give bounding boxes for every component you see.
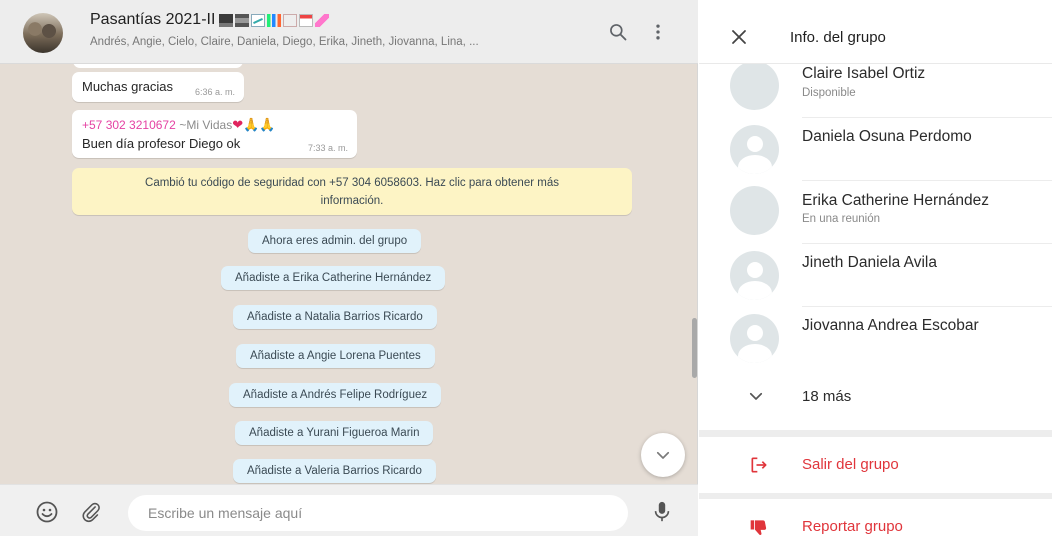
pencil-emoji-icon — [315, 13, 330, 27]
security-code-notice[interactable]: Cambió tu código de seguridad con +57 30… — [72, 168, 632, 215]
participant-avatar — [730, 186, 779, 235]
participant-name: Jineth Daniela Avila — [802, 254, 937, 271]
laptop-emoji-icon — [219, 13, 234, 27]
participant-item[interactable]: Daniela Osuna Perdomo — [699, 118, 1052, 181]
group-title[interactable]: Pasantías 2021-II — [90, 11, 330, 29]
more-participants-label: 18 más — [802, 388, 852, 405]
system-message: Añadiste a Natalia Barrios Ricardo — [233, 305, 437, 329]
search-button[interactable] — [606, 20, 630, 44]
participant-name: Jiovanna Andrea Escobar — [802, 317, 979, 334]
system-message: Añadiste a Valeria Barrios Ricardo — [233, 459, 436, 483]
default-avatar-icon — [730, 125, 779, 174]
message-time: 6:36 a. m. — [194, 87, 235, 97]
chevron-down-icon — [656, 451, 670, 459]
participant-name: Erika Catherine Hernández — [802, 192, 989, 209]
message-sender[interactable]: +57 302 3210672 — [82, 118, 176, 132]
scrollbar-thumb[interactable] — [692, 318, 697, 378]
participant-name: Claire Isabel Ortiz — [802, 65, 926, 82]
group-name: Pasantías 2021-II — [90, 11, 216, 28]
participant-status: Disponible — [802, 87, 856, 99]
chat-panel: Pasantías 2021-II Andrés, Angie, Cielo, … — [0, 0, 698, 536]
report-group-button[interactable]: Reportar grupo — [699, 499, 1052, 536]
message-list[interactable]: Muchas gracias 6:36 a. m. +57 302 321067… — [0, 64, 698, 484]
chat-header[interactable]: Pasantías 2021-II Andrés, Angie, Cielo, … — [0, 0, 698, 64]
voice-message-button[interactable] — [649, 499, 675, 525]
microphone-icon — [654, 501, 670, 522]
participant-item[interactable]: Jiovanna Andrea Escobar — [699, 307, 1052, 370]
system-message: Ahora eres admin. del grupo — [248, 229, 422, 253]
exit-group-button[interactable]: Salir del grupo — [699, 437, 1052, 493]
partial-message-bubble — [73, 64, 243, 68]
message-time: 7:33 a. m. — [307, 143, 348, 153]
menu-dots-icon — [656, 24, 660, 40]
security-notice-line1: Cambió tu código de seguridad con +57 30… — [145, 177, 559, 189]
message-input[interactable] — [128, 495, 628, 531]
message-bubble[interactable]: +57 302 3210672 ~Mi Vidas❤🙏🙏 Buen día pr… — [72, 110, 357, 158]
message-sender-alias: ~Mi Vidas — [179, 118, 233, 132]
composer-bar — [0, 484, 698, 536]
participant-avatar — [730, 64, 779, 110]
calendar-emoji-icon — [299, 13, 314, 27]
attach-icon — [82, 502, 100, 523]
chevron-down-icon — [749, 392, 763, 400]
title-emojis — [219, 13, 330, 27]
search-icon — [610, 24, 627, 41]
system-message: Añadiste a Yurani Figueroa Marin — [235, 421, 434, 445]
message-text: Buen día profesor Diego ok — [82, 136, 241, 151]
scroll-to-bottom-button[interactable] — [641, 433, 685, 477]
system-message: Añadiste a Andrés Felipe Rodríguez — [229, 383, 442, 407]
participant-item[interactable]: Jineth Daniela Avila — [699, 244, 1052, 307]
participant-status: En una reunión — [802, 213, 881, 225]
participant-item[interactable]: Claire Isabel Ortiz Disponible — [699, 64, 1052, 118]
thumbs-down-icon — [749, 517, 769, 536]
chat-menu-button[interactable] — [646, 20, 670, 44]
participant-name: Daniela Osuna Perdomo — [802, 128, 972, 145]
exit-icon — [749, 455, 769, 475]
emoji-icon — [36, 501, 58, 523]
group-members-line: Andrés, Angie, Cielo, Claire, Daniela, D… — [90, 36, 479, 48]
security-notice-line2: información. — [320, 194, 384, 207]
group-info-header: Info. del grupo — [699, 0, 1052, 64]
default-avatar-icon — [730, 314, 779, 363]
clipboard-emoji-icon — [283, 13, 298, 27]
printer-emoji-icon — [235, 13, 250, 27]
message-bubble[interactable]: Muchas gracias 6:36 a. m. — [72, 72, 244, 102]
default-avatar-icon — [730, 251, 779, 300]
system-message: Añadiste a Erika Catherine Hernández — [221, 266, 446, 290]
close-info-button[interactable] — [729, 27, 749, 47]
group-info-panel: Info. del grupo Claire Isabel Ortiz Disp… — [699, 0, 1052, 536]
alias-emojis: ❤🙏🙏 — [232, 117, 276, 132]
participant-item[interactable]: Erika Catherine Hernández En una reunión — [699, 181, 1052, 244]
attach-button[interactable] — [78, 499, 104, 525]
exit-group-label: Salir del grupo — [802, 456, 899, 473]
group-avatar[interactable] — [23, 13, 63, 53]
bar-chart-emoji-icon — [267, 13, 282, 27]
report-group-label: Reportar grupo — [802, 518, 903, 535]
close-icon — [732, 30, 746, 44]
participant-list: Claire Isabel Ortiz Disponible Daniela O… — [699, 64, 1052, 430]
system-message: Añadiste a Angie Lorena Puentes — [236, 344, 435, 368]
chart-increasing-emoji-icon — [251, 13, 266, 27]
emoji-button[interactable] — [34, 499, 60, 525]
message-text: Muchas gracias — [82, 79, 174, 94]
group-info-title: Info. del grupo — [790, 29, 886, 46]
show-more-participants[interactable]: 18 más — [699, 363, 1052, 429]
